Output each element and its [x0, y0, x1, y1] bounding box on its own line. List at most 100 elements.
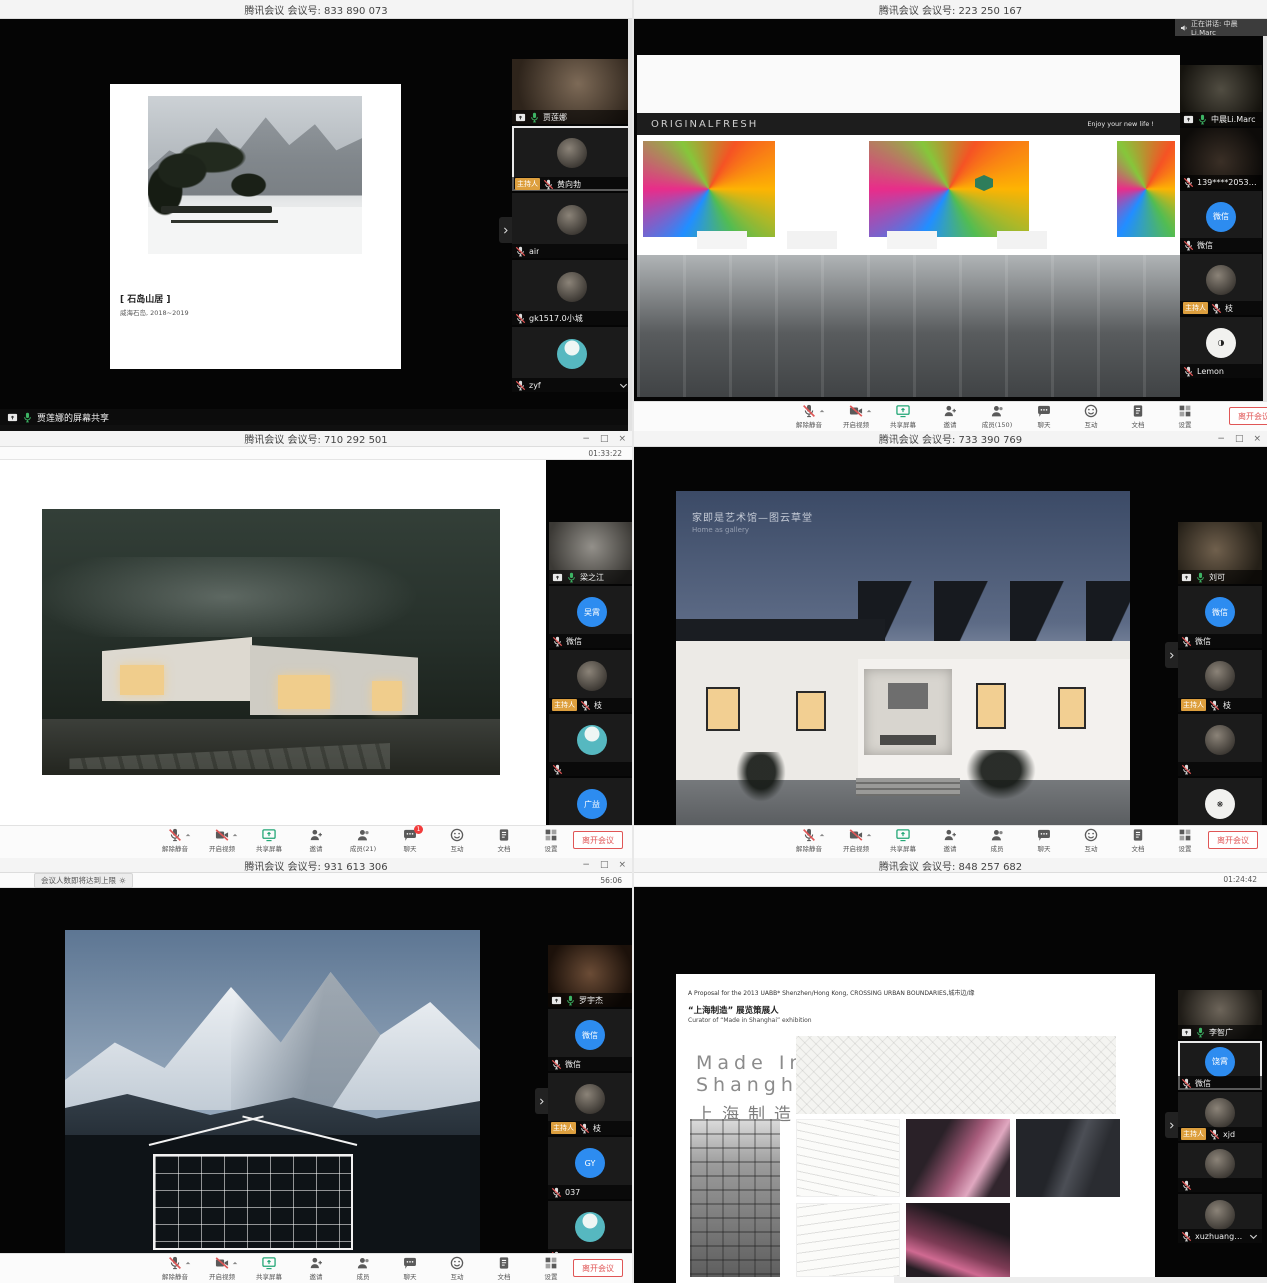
- toolbar-chat-button[interactable]: 聊天: [1027, 828, 1061, 853]
- toolbar-chat-button[interactable]: 1聊天: [393, 828, 427, 853]
- participant-tile[interactable]: 主持人黄向勃: [512, 126, 632, 191]
- toolbar-cam-off-button[interactable]: 开启视频: [205, 828, 239, 853]
- toolbar-chat-button[interactable]: 聊天: [1027, 404, 1061, 429]
- participant-tile[interactable]: xuzhuangzhuang: [1178, 1194, 1262, 1243]
- participant-tile[interactable]: 梁之江: [549, 522, 632, 584]
- collapse-panel-button[interactable]: [535, 1088, 548, 1114]
- leave-meeting-button[interactable]: 离开会议: [573, 831, 623, 849]
- toolbar-cam-off-button[interactable]: 开启视频: [839, 828, 873, 853]
- participant-tile[interactable]: air: [512, 193, 632, 258]
- participant-name: xuzhuangzhuang: [1195, 1232, 1245, 1241]
- avatar: [1205, 725, 1235, 755]
- toolbar-members-button[interactable]: 成员: [346, 1256, 380, 1281]
- titlebar[interactable]: 腾讯会议 会议号: 833 890 073: [0, 0, 632, 19]
- toolbar-smiley-button[interactable]: 互动: [1074, 828, 1108, 853]
- participant-tile[interactable]: zyf: [512, 327, 632, 392]
- meeting-title: 腾讯会议 会议号: 931 613 306: [244, 858, 387, 873]
- toolbar-cam-off-button[interactable]: 开启视频: [839, 404, 873, 429]
- leave-meeting-button[interactable]: 离开会议: [1208, 831, 1258, 849]
- collapse-panel-button[interactable]: [499, 217, 512, 243]
- participant-tile[interactable]: gk1517.0小城: [512, 260, 632, 325]
- participant-tile[interactable]: 贾莲娜: [512, 59, 632, 124]
- toolbar-invite-button[interactable]: 邀请: [299, 1256, 333, 1281]
- collapse-panel-button[interactable]: [1165, 1112, 1178, 1138]
- participant-tile[interactable]: [1178, 1143, 1262, 1192]
- titlebar[interactable]: 腾讯会议 会议号: 931 613 306 − □ ×: [0, 858, 632, 873]
- store-render: ORIGINALFRESH Enjoy your new life !: [637, 55, 1180, 397]
- participant-name: 中晨Li.Marc: [1211, 114, 1256, 125]
- toolbar-doc-button[interactable]: 文档: [1121, 828, 1155, 853]
- capacity-notice[interactable]: 会议人数即将达到上限: [34, 873, 133, 888]
- toolbar-button-label: 互动: [451, 1271, 464, 1281]
- participant-tile[interactable]: 主持人xjd: [1178, 1092, 1262, 1141]
- leave-meeting-button[interactable]: 离开会议: [573, 1259, 623, 1277]
- participant-tile[interactable]: [1178, 714, 1262, 776]
- toolbar-button-label: 互动: [451, 843, 464, 853]
- scrollbar[interactable]: [1263, 19, 1267, 431]
- toolbar-button-label: 共享屏幕: [890, 843, 916, 853]
- participant-tile[interactable]: 微信微信: [1178, 586, 1262, 648]
- window-controls[interactable]: − □ ×: [582, 431, 626, 446]
- toolbar-mic-off-button[interactable]: 解除静音: [792, 828, 826, 853]
- toolbar-smiley-button[interactable]: 互动: [440, 828, 474, 853]
- participant-tile[interactable]: 主持人枝: [1178, 650, 1262, 712]
- window-controls[interactable]: − □ ×: [582, 858, 626, 872]
- store-brand: ORIGINALFRESH: [651, 119, 758, 130]
- participant-tile[interactable]: 刘可: [1178, 522, 1262, 584]
- participant-tile[interactable]: 主持人枝: [1180, 254, 1262, 315]
- participant-name: 微信: [1195, 1078, 1211, 1089]
- toolbar-mic-off-button[interactable]: 解除静音: [792, 404, 826, 429]
- toolbar-doc-button[interactable]: 文档: [1121, 404, 1155, 429]
- toolbar-doc-button[interactable]: 文档: [487, 828, 521, 853]
- titlebar[interactable]: 腾讯会议 会议号: 223 250 167: [634, 0, 1267, 19]
- avatar: [575, 1084, 605, 1114]
- reflective-floor: [637, 255, 1180, 397]
- toolbar-members-button[interactable]: 成员(21): [346, 828, 380, 853]
- toolbar-grid-button[interactable]: 设置: [1168, 828, 1202, 853]
- toolbar-invite-button[interactable]: 邀请: [933, 828, 967, 853]
- scrollbar[interactable]: [628, 19, 632, 431]
- participant-tile[interactable]: 吴霄微信: [549, 586, 632, 648]
- participant-tile[interactable]: 主持人枝: [548, 1073, 632, 1135]
- participant-tile[interactable]: 罗宇杰: [548, 945, 632, 1007]
- participant-tile[interactable]: 李智广: [1178, 990, 1262, 1039]
- toolbar-button-label: 解除静音: [796, 419, 822, 429]
- participant-tile[interactable]: 微信微信: [1180, 191, 1262, 252]
- participant-tile[interactable]: [549, 714, 632, 776]
- titlebar[interactable]: 腾讯会议 会议号: 710 292 501 − □ ×: [0, 431, 632, 447]
- toolbar-members-button[interactable]: 成员: [980, 828, 1014, 853]
- toolbar-grid-button[interactable]: 设置: [534, 828, 568, 853]
- leave-meeting-button[interactable]: 离开会议: [1229, 407, 1267, 425]
- toolbar-grid-button[interactable]: 设置: [1168, 404, 1202, 429]
- collapse-panel-button[interactable]: [1165, 642, 1178, 668]
- toolbar-mic-off-button[interactable]: 解除静音: [158, 828, 192, 853]
- window-controls[interactable]: − □ ×: [1217, 431, 1261, 446]
- toolbar-invite-button[interactable]: 邀请: [933, 404, 967, 429]
- toolbar-share-screen-button[interactable]: 共享屏幕: [252, 828, 286, 853]
- minimize-button: −: [582, 860, 590, 870]
- participant-tile[interactable]: 139****2053微信用户: [1180, 128, 1262, 189]
- participant-tile[interactable]: 饶霄微信: [1178, 1041, 1262, 1090]
- participant-tile[interactable]: GY037: [548, 1137, 632, 1199]
- titlebar[interactable]: 腾讯会议 会议号: 848 257 682: [634, 858, 1267, 873]
- toolbar-chat-button[interactable]: 聊天: [393, 1256, 427, 1281]
- participant-tile[interactable]: 主持人枝: [549, 650, 632, 712]
- toolbar-doc-button[interactable]: 文档: [487, 1256, 521, 1281]
- toolbar-smiley-button[interactable]: 互动: [440, 1256, 474, 1281]
- toolbar-grid-button[interactable]: 设置: [534, 1256, 568, 1281]
- toolbar-invite-button[interactable]: 邀请: [299, 828, 333, 853]
- toolbar-smiley-button[interactable]: 互动: [1074, 404, 1108, 429]
- toolbar-share-screen-button[interactable]: 共享屏幕: [886, 828, 920, 853]
- slide-line2: “上海制造” 展览策展人: [688, 1004, 779, 1016]
- toolbar-members-button[interactable]: 成员(150): [980, 404, 1014, 429]
- toolbar-cam-off-button[interactable]: 开启视频: [205, 1256, 239, 1281]
- titlebar[interactable]: 腾讯会议 会议号: 733 390 769 − □ ×: [634, 431, 1267, 447]
- toolbar-share-screen-button[interactable]: 共享屏幕: [252, 1256, 286, 1281]
- mountain-sketch-photo: [65, 930, 480, 1280]
- toolbar-share-screen-button[interactable]: 共享屏幕: [886, 404, 920, 429]
- participant-tile[interactable]: 中晨Li.Marc: [1180, 65, 1262, 126]
- meeting-toolbar: 解除静音开启视频共享屏幕 邀请成员聊天互动文档设置 离开会议: [634, 825, 1267, 858]
- toolbar-mic-off-button[interactable]: 解除静音: [158, 1256, 192, 1281]
- participant-tile[interactable]: ◑Lemon: [1180, 317, 1262, 378]
- participant-tile[interactable]: 微信微信: [548, 1009, 632, 1071]
